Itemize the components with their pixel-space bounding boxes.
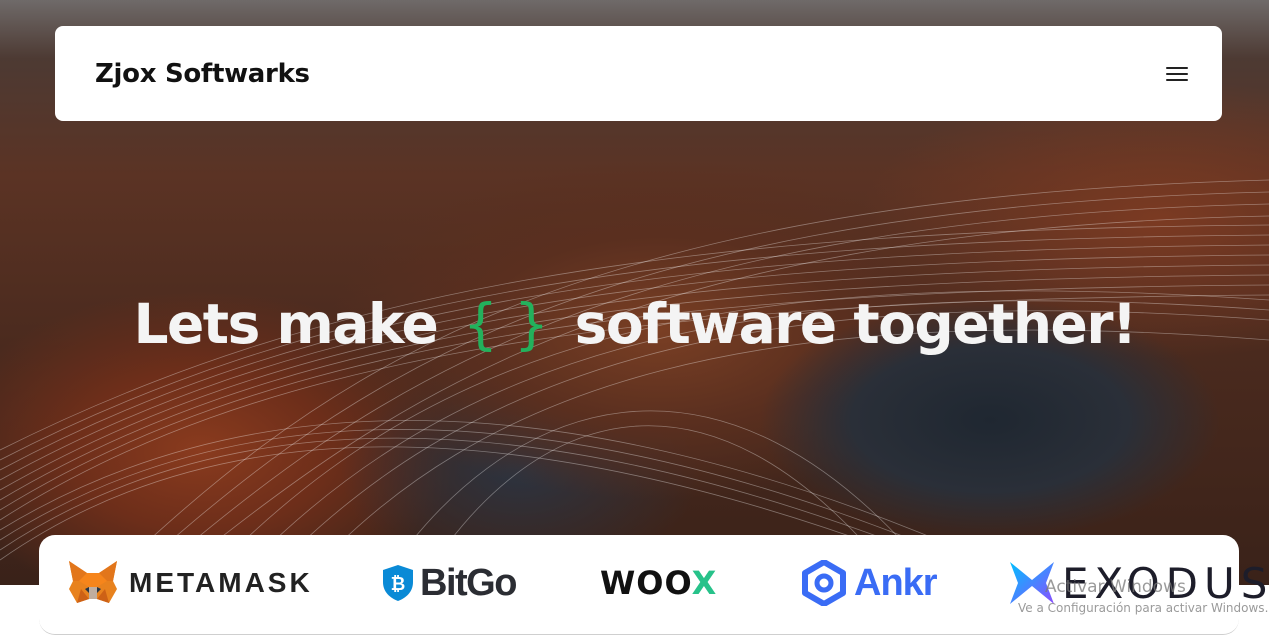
- headline-text-after: software together!: [574, 292, 1137, 356]
- hero-headline: Lets make {} software together!: [0, 292, 1269, 356]
- bitgo-shield-icon: ₿: [383, 565, 413, 601]
- headline-text-before: Lets make: [133, 292, 438, 356]
- metamask-wordmark: METAMASK: [129, 567, 313, 598]
- brace-open-icon: {: [462, 292, 498, 356]
- woox-wordmark: WOOX: [600, 564, 717, 602]
- hamburger-menu-icon[interactable]: [1166, 66, 1188, 81]
- bitgo-wordmark: BitGo: [420, 561, 517, 604]
- metamask-fox-icon: [69, 561, 117, 603]
- brace-close-icon: }: [513, 292, 549, 356]
- windows-activation-watermark: Activar Windows Ve a Configuración para …: [1018, 577, 1269, 615]
- woox-wordmark-text: WOOX: [600, 564, 718, 602]
- ankr-wordmark: Ankr: [854, 561, 938, 604]
- woox-logo: WOOX: [600, 557, 717, 609]
- bitgo-logo: ₿ BitGo: [382, 557, 517, 609]
- svg-text:₿: ₿: [391, 574, 406, 595]
- watermark-title: Activar Windows: [1045, 577, 1186, 597]
- brand-logo[interactable]: Zjox Softwarks: [95, 59, 310, 89]
- ankr-icon: [802, 560, 846, 606]
- woox-x-letter: X: [691, 564, 718, 602]
- metamask-logo: METAMASK: [67, 557, 313, 609]
- top-navbar: Zjox Softwarks: [55, 26, 1222, 121]
- ankr-logo: Ankr: [802, 557, 938, 609]
- watermark-subtitle: Ve a Configuración para activar Windows.: [1018, 601, 1269, 615]
